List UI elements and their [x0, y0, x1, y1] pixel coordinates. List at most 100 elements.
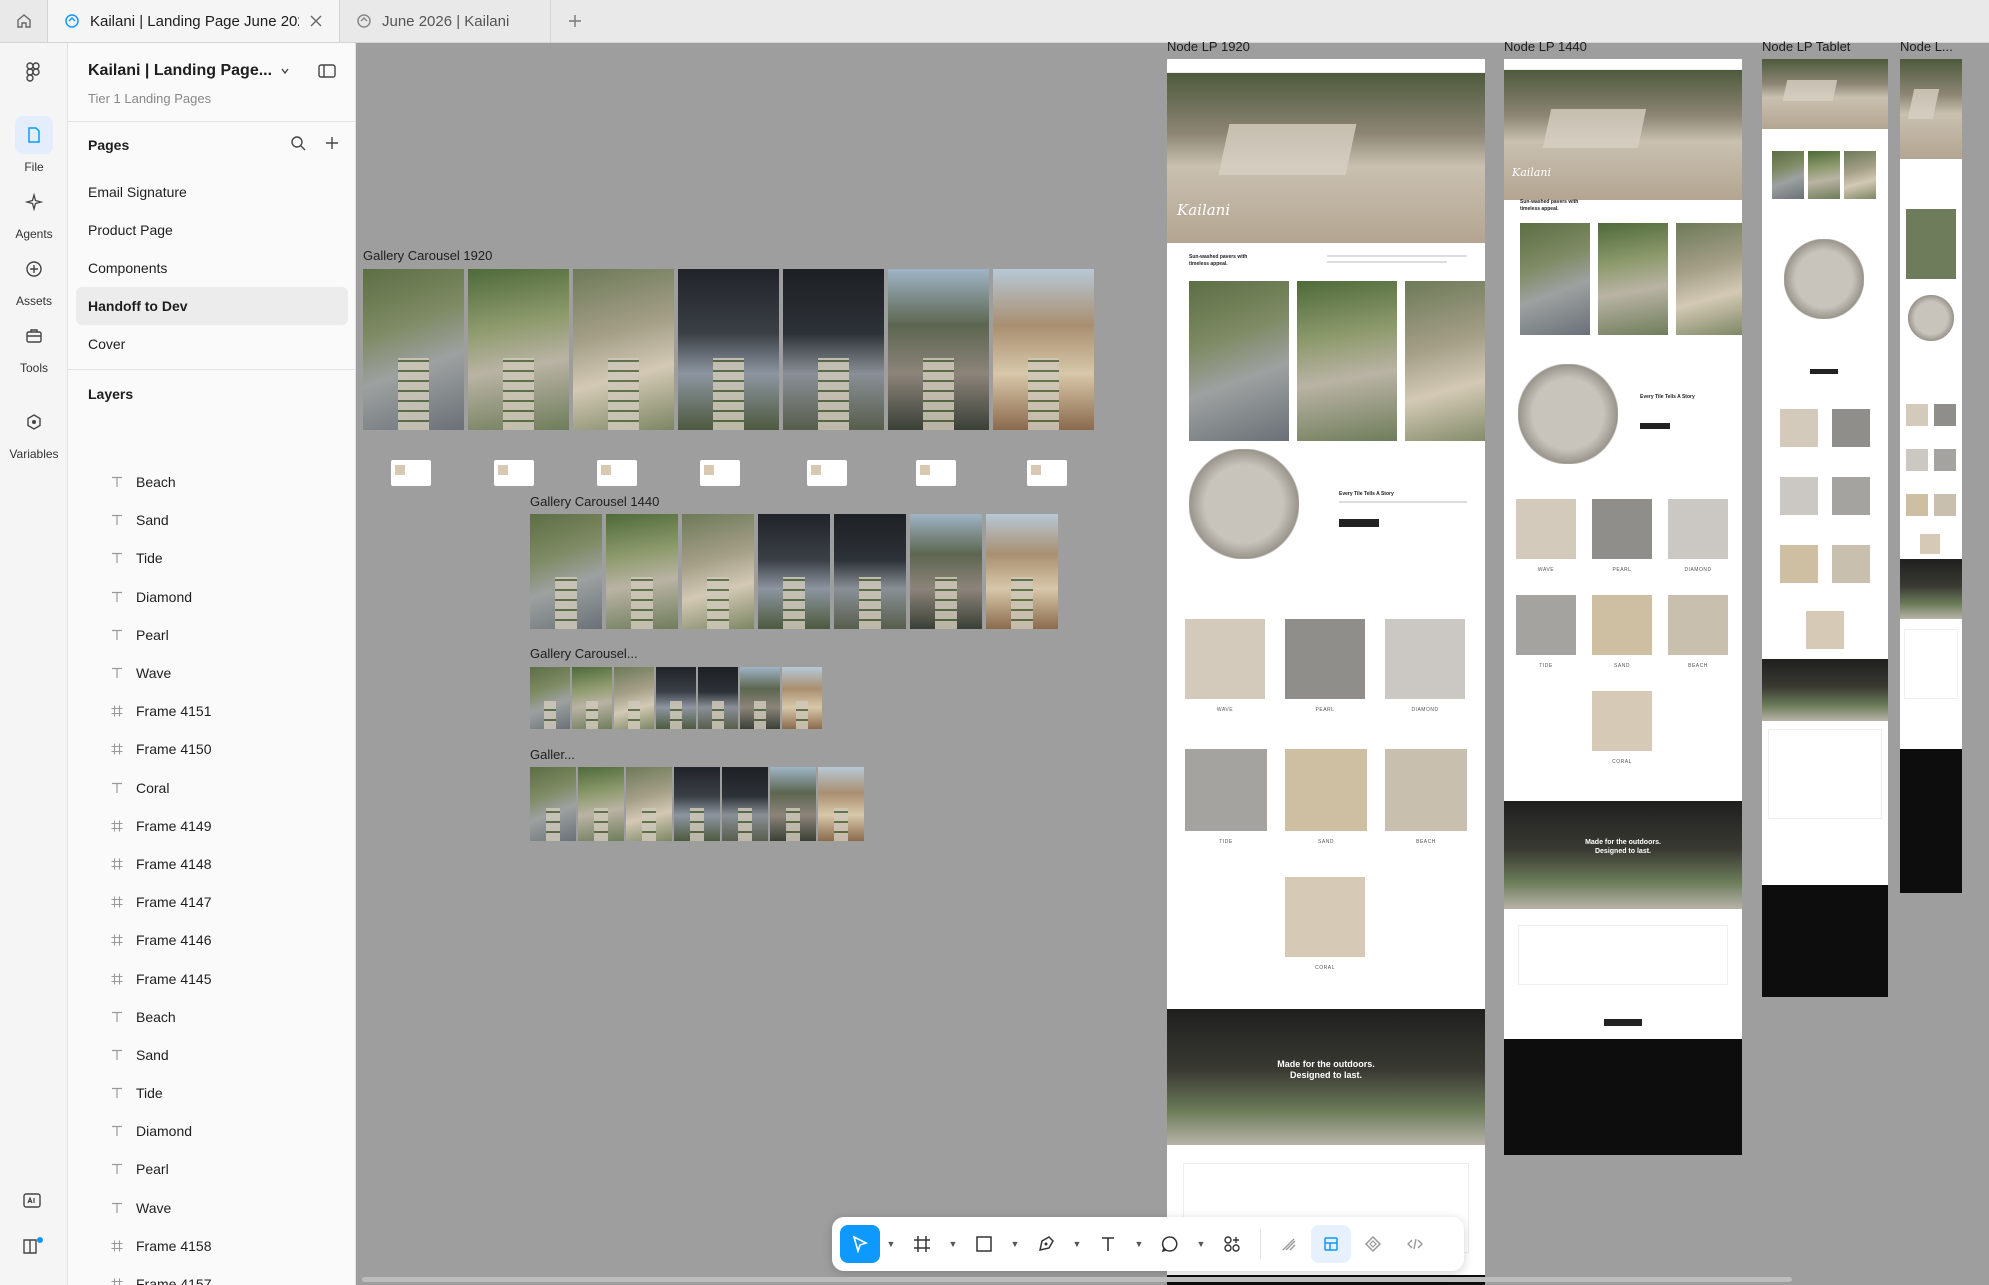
- gallery-carousel-mobile[interactable]: [530, 767, 864, 841]
- gallery-thumbnail[interactable]: [530, 514, 602, 629]
- gallery-thumbnail[interactable]: [910, 514, 982, 629]
- layer-item[interactable]: Tide: [76, 1074, 348, 1112]
- swatch-card[interactable]: [494, 460, 534, 486]
- page-item[interactable]: Handoff to Dev: [76, 287, 348, 325]
- gallery-thumbnail[interactable]: [888, 269, 989, 430]
- swatch-card[interactable]: [391, 460, 431, 486]
- gallery-carousel-tablet[interactable]: [530, 667, 822, 729]
- layer-item[interactable]: Wave: [76, 1189, 348, 1227]
- layer-item[interactable]: Frame 4148: [76, 845, 348, 883]
- comment-tool-caret[interactable]: ▼: [1192, 1225, 1210, 1263]
- layer-item[interactable]: Frame 4147: [76, 883, 348, 921]
- swatch-card[interactable]: [1027, 460, 1067, 486]
- page-item[interactable]: Email Signature: [76, 173, 348, 211]
- ai-text-icon[interactable]: [22, 1191, 42, 1216]
- pen-tool-caret[interactable]: ▼: [1068, 1225, 1086, 1263]
- rectangle-tool-caret[interactable]: ▼: [1006, 1225, 1024, 1263]
- gallery-thumbnail[interactable]: [986, 514, 1058, 629]
- frame-tool-caret[interactable]: ▼: [944, 1225, 962, 1263]
- page-item[interactable]: Components: [76, 249, 348, 287]
- gallery-thumbnail[interactable]: [606, 514, 678, 629]
- frame-label-gallery-1920[interactable]: Gallery Carousel 1920: [363, 248, 492, 263]
- layer-item[interactable]: Frame 4157: [76, 1265, 348, 1285]
- layer-item[interactable]: Sand: [76, 501, 348, 539]
- gallery-thumbnail[interactable]: [993, 269, 1094, 430]
- layer-item[interactable]: Frame 4150: [76, 730, 348, 768]
- figma-logo-icon[interactable]: [22, 61, 44, 88]
- layer-item[interactable]: Frame 4158: [76, 1227, 348, 1265]
- gallery-thumbnail[interactable]: [578, 767, 624, 841]
- gallery-carousel-1440[interactable]: [530, 514, 1058, 629]
- landing-page-1440[interactable]: Kailani Sun-washed pavers with timeless …: [1504, 59, 1742, 1155]
- page-item[interactable]: Cover: [76, 325, 348, 363]
- gallery-carousel-1920[interactable]: [363, 269, 1094, 430]
- gallery-thumbnail[interactable]: [530, 767, 576, 841]
- gallery-thumbnail[interactable]: [363, 269, 464, 430]
- landing-page-mobile[interactable]: [1900, 59, 1962, 893]
- gallery-thumbnail[interactable]: [818, 767, 864, 841]
- search-icon[interactable]: [290, 135, 306, 156]
- agents-rail-button[interactable]: Agents: [0, 183, 68, 241]
- gallery-thumbnail[interactable]: [834, 514, 906, 629]
- horizontal-scrollbar[interactable]: [362, 1277, 1792, 1282]
- layer-item[interactable]: Frame 4151: [76, 692, 348, 730]
- library-icon[interactable]: [22, 1236, 44, 1261]
- pen-tool-button[interactable]: [1026, 1225, 1066, 1263]
- frame-tool-button[interactable]: [902, 1225, 942, 1263]
- gallery-thumbnail[interactable]: [698, 667, 738, 729]
- swatch-card[interactable]: [700, 460, 740, 486]
- gallery-thumbnail[interactable]: [674, 767, 720, 841]
- rectangle-tool-button[interactable]: [964, 1225, 1004, 1263]
- gallery-thumbnail[interactable]: [682, 514, 754, 629]
- layer-item[interactable]: Sand: [76, 1036, 348, 1074]
- close-icon[interactable]: [309, 14, 323, 28]
- gallery-thumbnail[interactable]: [722, 767, 768, 841]
- move-tool-caret[interactable]: ▼: [882, 1225, 900, 1263]
- gallery-thumbnail[interactable]: [626, 767, 672, 841]
- gallery-thumbnail[interactable]: [678, 269, 779, 430]
- draw-mode-button[interactable]: [1269, 1225, 1309, 1263]
- variables-rail-button[interactable]: Variables: [0, 403, 68, 461]
- gallery-thumbnail[interactable]: [572, 667, 612, 729]
- frame-label-node-tablet[interactable]: Node LP Tablet: [1762, 39, 1850, 54]
- landing-page-1920[interactable]: Kailani Sun-washed pavers with timeless …: [1167, 59, 1485, 1285]
- text-tool-caret[interactable]: ▼: [1130, 1225, 1148, 1263]
- frame-label-gallery-tablet[interactable]: Gallery Carousel...: [530, 646, 638, 661]
- add-page-icon[interactable]: [324, 135, 340, 156]
- frame-label-gallery-1440[interactable]: Gallery Carousel 1440: [530, 494, 659, 509]
- move-tool-button[interactable]: [840, 1225, 880, 1263]
- swatch-card[interactable]: [597, 460, 637, 486]
- actions-tool-button[interactable]: [1212, 1225, 1252, 1263]
- layer-item[interactable]: Pearl: [76, 616, 348, 654]
- file-rail-button[interactable]: File: [0, 116, 68, 174]
- layer-item[interactable]: Diamond: [76, 1112, 348, 1150]
- layer-item[interactable]: Frame 4149: [76, 807, 348, 845]
- layer-item[interactable]: Diamond: [76, 578, 348, 616]
- prototype-mode-button[interactable]: [1353, 1225, 1393, 1263]
- home-tab[interactable]: [0, 0, 48, 42]
- gallery-thumbnail[interactable]: [573, 269, 674, 430]
- gallery-thumbnail[interactable]: [656, 667, 696, 729]
- tools-rail-button[interactable]: Tools: [0, 317, 68, 375]
- gallery-thumbnail[interactable]: [758, 514, 830, 629]
- frame-label-node-1440[interactable]: Node LP 1440: [1504, 39, 1587, 54]
- swatch-card[interactable]: [807, 460, 847, 486]
- file-name-dropdown[interactable]: Kailani | Landing Page...: [88, 62, 290, 80]
- swatch-card[interactable]: [916, 460, 956, 486]
- layer-item[interactable]: Beach: [76, 463, 348, 501]
- gallery-thumbnail[interactable]: [770, 767, 816, 841]
- design-canvas[interactable]: Gallery Carousel 1920 Gallery Carousel 1…: [356, 39, 1989, 1285]
- gallery-thumbnail[interactable]: [530, 667, 570, 729]
- assets-rail-button[interactable]: Assets: [0, 250, 68, 308]
- layer-item[interactable]: Wave: [76, 654, 348, 692]
- gallery-thumbnail[interactable]: [740, 667, 780, 729]
- gallery-thumbnail[interactable]: [614, 667, 654, 729]
- frame-label-node-1920[interactable]: Node LP 1920: [1167, 39, 1250, 54]
- landing-page-tablet[interactable]: [1762, 59, 1888, 997]
- page-item[interactable]: Product Page: [76, 211, 348, 249]
- layer-item[interactable]: Pearl: [76, 1150, 348, 1188]
- gallery-thumbnail[interactable]: [468, 269, 569, 430]
- layer-item[interactable]: Frame 4145: [76, 959, 348, 997]
- comment-tool-button[interactable]: [1150, 1225, 1190, 1263]
- gallery-thumbnail[interactable]: [783, 269, 884, 430]
